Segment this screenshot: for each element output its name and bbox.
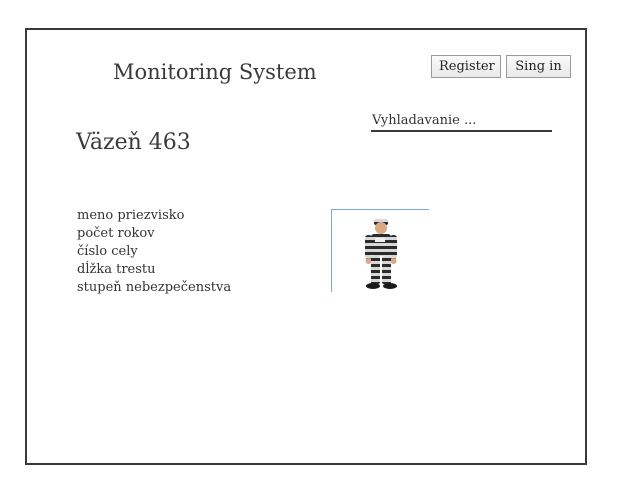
field-age: počet rokov [77,226,155,241]
app-title: Monitoring System [113,60,317,84]
search-input[interactable] [371,111,552,132]
sign-in-button[interactable]: Sing in [506,55,571,78]
prisoner-photo [331,209,429,292]
register-button[interactable]: Register [431,55,501,78]
field-sentence-length: dĺžka trestu [77,262,156,277]
field-name: meno priezvisko [77,208,185,223]
prisoner-details-list: meno priezvisko počet rokov číslo cely d… [77,207,231,297]
page-title: Väzeň 463 [76,130,191,155]
field-cell-number: číslo cely [77,244,138,259]
prisoner-figure-icon [365,219,397,289]
field-danger-level: stupeň nebezpečenstva [77,280,232,295]
main-panel: Monitoring System Register Sing in Väzeň… [25,28,587,465]
